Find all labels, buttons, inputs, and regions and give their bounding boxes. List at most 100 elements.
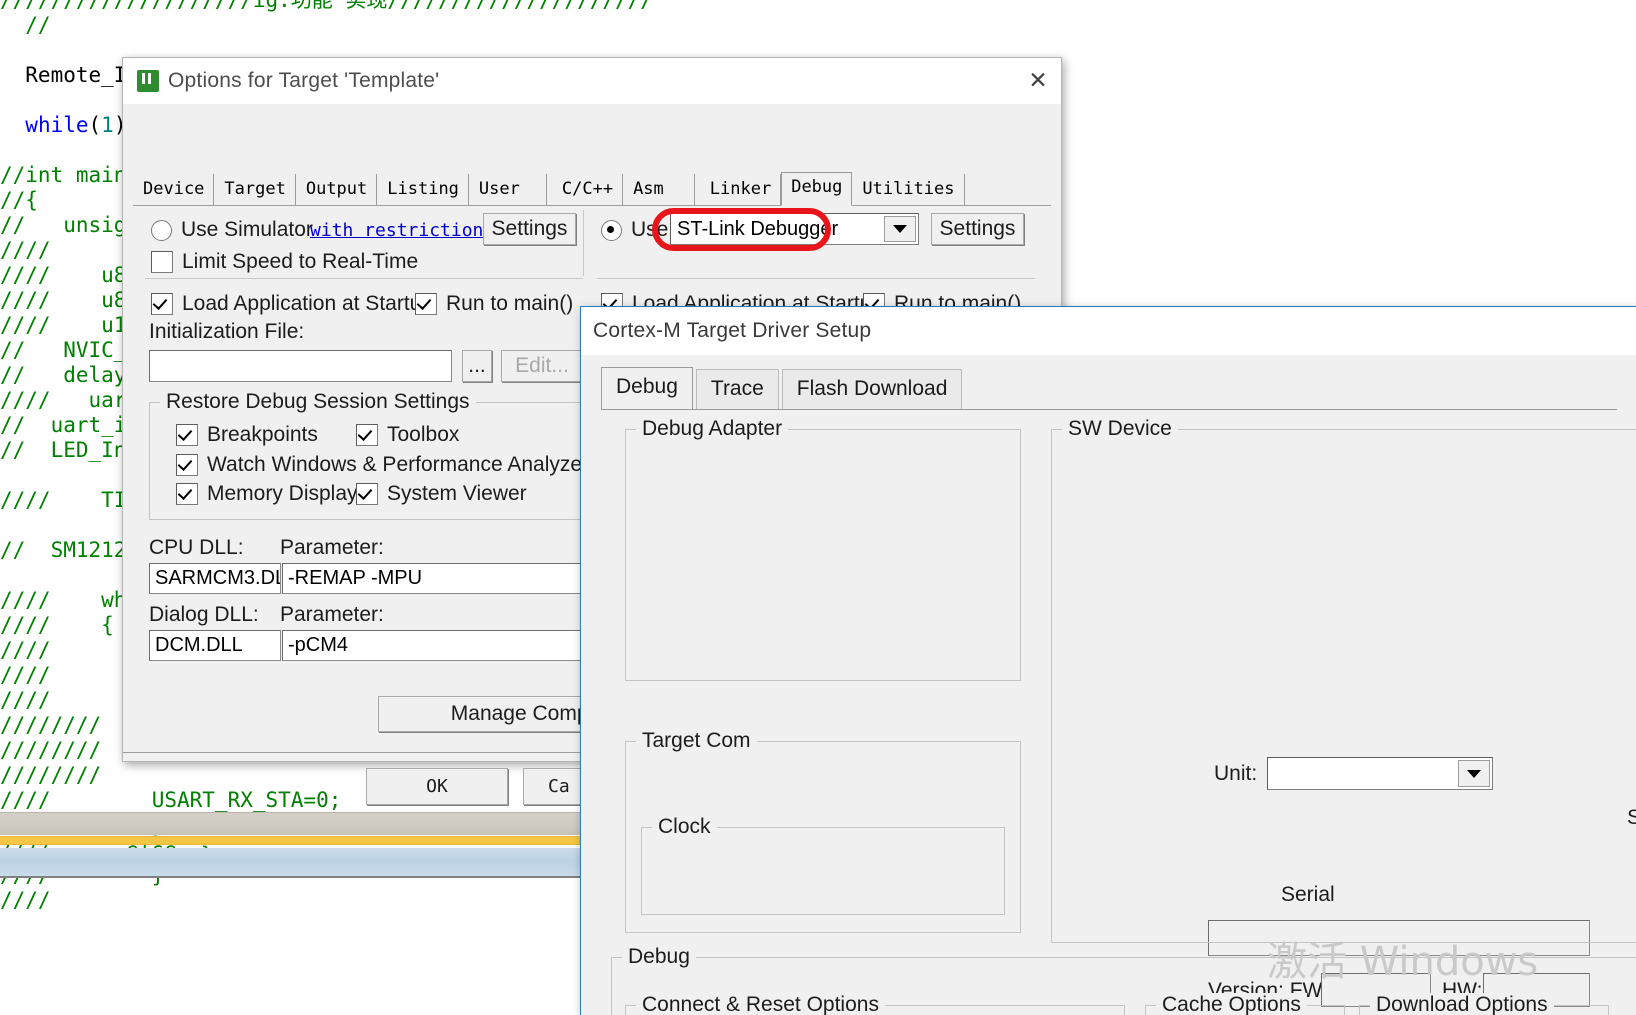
code-line-5: while(1)	[25, 113, 127, 137]
sim-load-application-checkbox[interactable]: Load Application at Startup	[151, 292, 433, 316]
target-com-legend: Target Com	[636, 729, 757, 753]
code-line-36: ////	[0, 888, 51, 912]
tab-linker[interactable]: Linker	[694, 174, 782, 205]
with-restrictions-link[interactable]: with restrictions	[310, 220, 494, 241]
tab-device[interactable]: Device	[133, 174, 215, 205]
sim-init-file-input[interactable]	[149, 350, 452, 382]
sim-init-file-edit-button: Edit...	[501, 350, 583, 382]
code-line-8: //{	[0, 188, 38, 212]
code-line-31: ////////	[0, 763, 102, 787]
use-simulator-radio[interactable]: Use Simulator	[151, 218, 313, 242]
cpu-dll-input[interactable]: SARMCM3.DLL	[149, 563, 281, 594]
windows-activation-watermark: 激活 Windows	[1267, 939, 1539, 985]
tab-cortex-debug[interactable]: Debug	[601, 367, 693, 409]
debugger-driver-combo[interactable]: ST-Link Debugger	[670, 213, 919, 245]
checkbox-indicator	[151, 251, 173, 273]
panel-divider	[583, 210, 584, 276]
ok-button[interactable]: OK	[366, 768, 508, 805]
sim-run-to-main-label: Run to main()	[446, 292, 574, 315]
restore-memory-display-label: Memory Display	[207, 482, 358, 505]
tab-target[interactable]: Target	[214, 174, 296, 205]
restore-watch-windows-label: Watch Windows & Performance Analyzer	[207, 453, 590, 476]
code-line-32: //// USART_RX_STA=0;	[0, 788, 342, 812]
debug-adapter-legend: Debug Adapter	[636, 417, 789, 441]
options-dialog-titlebar[interactable]: Options for Target 'Template' ✕	[123, 58, 1061, 104]
keil-uvision-icon	[137, 70, 159, 92]
radio-indicator	[151, 219, 172, 241]
tab-cortex-flash-download[interactable]: Flash Download	[781, 369, 963, 409]
restore-breakpoints-label: Breakpoints	[207, 423, 318, 446]
connect-reset-options-group: Connect & Reset Options	[625, 993, 1125, 1015]
cache-options-legend: Cache Options	[1156, 993, 1307, 1015]
cortex-tabstrip[interactable]: Debug Trace Flash Download	[601, 367, 965, 409]
options-dialog-title: Options for Target 'Template'	[168, 69, 440, 92]
cortex-m-target-driver-setup-dialog[interactable]: Cortex-M Target Driver Setup Debug Trace…	[580, 306, 1636, 1015]
use-hardware-label: Use:	[631, 218, 675, 241]
download-options-group: Download Options	[1359, 993, 1609, 1015]
tab-asm[interactable]: Asm	[623, 174, 695, 205]
checkbox-indicator	[415, 293, 437, 315]
sim-init-file-browse-button[interactable]: ...	[462, 350, 492, 382]
tab-user[interactable]: User	[468, 174, 547, 205]
restore-watch-windows-checkbox[interactable]: Watch Windows & Performance Analyzer	[176, 453, 589, 477]
cortex-dialog-titlebar[interactable]: Cortex-M Target Driver Setup	[581, 307, 1636, 355]
debugger-driver-value: ST-Link Debugger	[677, 217, 839, 240]
code-line-30: ////////	[0, 738, 102, 762]
code-line-1: //	[0, 13, 51, 37]
cpu-parameter-label: Parameter:	[280, 536, 384, 559]
use-hardware-radio[interactable]: Use:	[601, 218, 674, 242]
swdio-row-label: SWDIO	[1627, 806, 1636, 829]
restore-breakpoints-checkbox[interactable]: Breakpoints	[176, 423, 318, 447]
limit-speed-label: Limit Speed to Real-Time	[182, 250, 419, 273]
code-line-29: ////////	[0, 713, 102, 737]
sim-section-divider	[145, 278, 583, 279]
cache-options-group: Cache Options	[1145, 993, 1345, 1015]
code-line-25: //// {	[0, 613, 114, 637]
tab-debug[interactable]: Debug	[781, 172, 853, 206]
code-line-10: ////	[0, 238, 51, 262]
tab-c-cpp[interactable]: C/C++	[546, 174, 624, 205]
dialog-dll-input[interactable]: DCM.DLL	[149, 630, 281, 661]
use-simulator-label: Use Simulator	[181, 218, 313, 241]
debug-options-legend: Debug	[622, 945, 696, 969]
cortex-tab-underline	[601, 409, 1617, 410]
hw-section-divider	[597, 278, 1035, 279]
tab-listing[interactable]: Listing	[377, 174, 469, 205]
checkbox-indicator	[176, 454, 198, 476]
dialog-dll-label: Dialog DLL:	[149, 603, 259, 626]
download-options-legend: Download Options	[1370, 993, 1554, 1015]
dialog-parameter-label: Parameter:	[280, 603, 384, 626]
options-tabstrip[interactable]: Device Target Output Listing User C/C++ …	[133, 171, 1051, 206]
connect-reset-options-legend: Connect & Reset Options	[636, 993, 885, 1015]
code-line-0: ////////////////////ig.功能 实现////////////…	[0, 0, 653, 12]
tab-utilities[interactable]: Utilities	[852, 174, 965, 205]
restore-system-viewer-checkbox[interactable]: System Viewer	[356, 482, 527, 506]
checkbox-indicator	[356, 424, 378, 446]
clock-legend: Clock	[652, 815, 717, 839]
restore-toolbox-checkbox[interactable]: Toolbox	[356, 423, 459, 447]
clock-group: Clock	[641, 815, 1005, 915]
tab-cortex-trace[interactable]: Trace	[695, 369, 779, 409]
limit-speed-checkbox[interactable]: Limit Speed to Real-Time	[151, 250, 418, 274]
chevron-down-icon[interactable]	[884, 216, 916, 242]
sw-device-group: SW Device	[1051, 417, 1636, 943]
checkbox-indicator	[176, 424, 198, 446]
checkbox-indicator	[151, 293, 173, 315]
restore-toolbox-label: Toolbox	[387, 423, 460, 446]
radio-indicator	[601, 219, 622, 241]
sim-run-to-main-checkbox[interactable]: Run to main()	[415, 292, 573, 316]
sim-init-file-label: Initialization File:	[149, 320, 305, 343]
debug-adapter-group: Debug Adapter	[625, 417, 1021, 681]
cpu-dll-label: CPU DLL:	[149, 536, 244, 559]
screen-root: ////////////////////ig.功能 实现////////////…	[0, 0, 1636, 1015]
restore-debug-session-legend: Restore Debug Session Settings	[160, 390, 476, 414]
sim-load-application-label: Load Application at Startup	[182, 292, 434, 315]
close-icon[interactable]: ✕	[1015, 58, 1061, 104]
restore-memory-display-checkbox[interactable]: Memory Display	[176, 482, 358, 506]
checkbox-indicator	[176, 483, 198, 505]
hardware-settings-button[interactable]: Settings	[931, 213, 1024, 245]
restore-system-viewer-label: System Viewer	[387, 482, 527, 505]
sw-device-legend: SW Device	[1062, 417, 1178, 441]
tab-output[interactable]: Output	[295, 174, 378, 205]
simulator-settings-button[interactable]: Settings	[483, 213, 576, 245]
